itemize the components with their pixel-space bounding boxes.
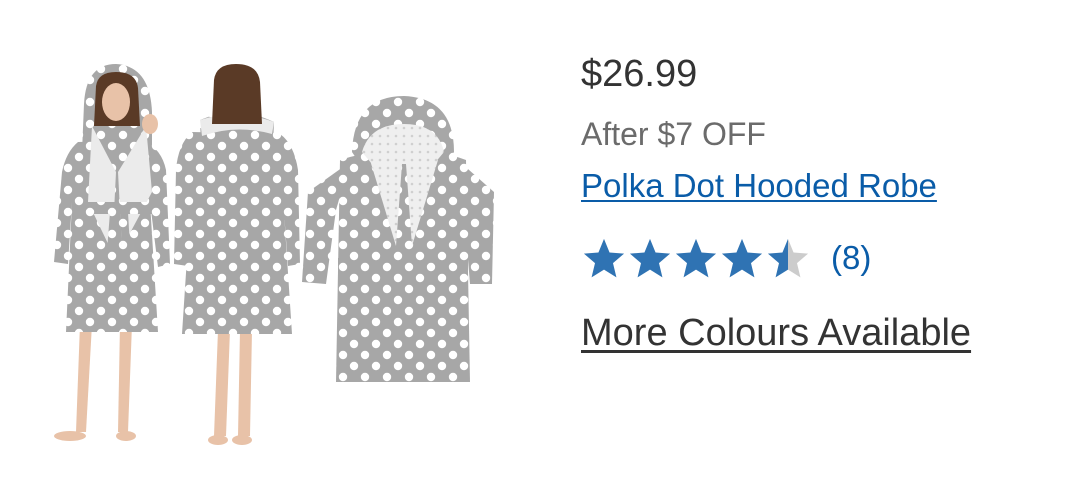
star-icon xyxy=(629,238,671,278)
model-front-figure xyxy=(54,64,170,441)
robe-flatlay xyxy=(302,96,494,382)
star-icon xyxy=(583,238,625,278)
model-back-figure xyxy=(174,64,300,445)
more-colours-link[interactable]: More Colours Available xyxy=(581,308,971,358)
rating-row[interactable]: (8) xyxy=(581,234,871,282)
star-icon xyxy=(721,238,763,278)
discount-text: After $7 OFF xyxy=(581,116,766,152)
product-card: $26.99 After $7 OFF Polka Dot Hooded Rob… xyxy=(0,0,1080,482)
star-icon xyxy=(767,238,809,278)
product-title-link[interactable]: Polka Dot Hooded Robe xyxy=(581,164,937,208)
rating-stars xyxy=(581,236,811,280)
review-count[interactable]: (8) xyxy=(831,236,871,280)
product-image[interactable] xyxy=(40,52,510,452)
star-icon xyxy=(675,238,717,278)
product-price: $26.99 xyxy=(581,53,698,95)
